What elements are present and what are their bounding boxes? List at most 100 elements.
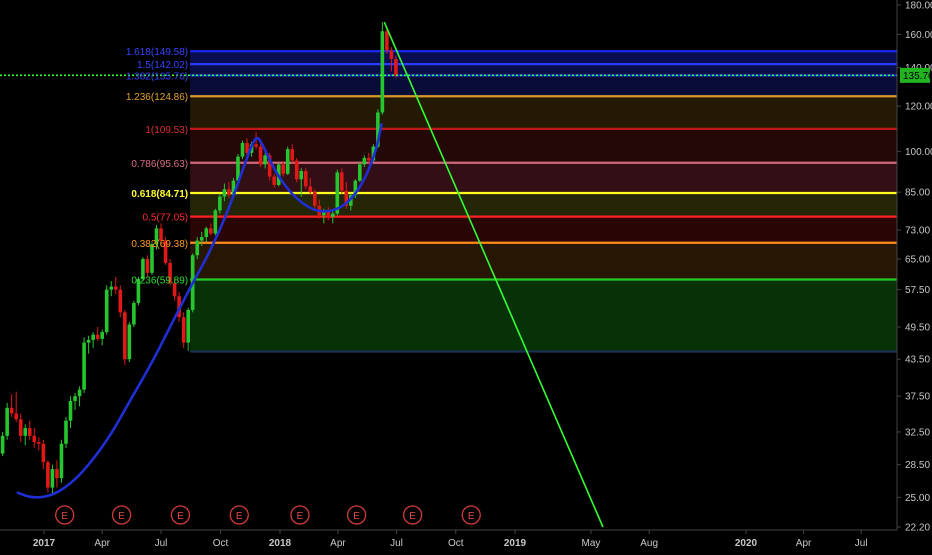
price-tick-label: 160.00	[905, 30, 932, 41]
candle-body	[330, 213, 335, 217]
candle-body	[209, 228, 213, 234]
earnings-marker[interactable]: E	[55, 505, 75, 525]
earnings-marker-label: E	[353, 511, 360, 522]
candle-body	[50, 469, 55, 488]
time-tick-label: Aug	[640, 538, 658, 549]
price-tick-label: 32.50	[905, 427, 930, 438]
candle	[380, 22, 385, 115]
candle-body	[362, 157, 367, 165]
fib-level-label: 1.382(135.76)	[126, 71, 188, 82]
fib-level-label: 1.618(149.58)	[126, 47, 188, 58]
fib-band	[190, 51, 897, 65]
price-tick-label: 65.00	[905, 255, 930, 266]
time-tick-label: Apr	[796, 538, 812, 549]
candle-body	[59, 443, 64, 479]
price-tick-label: 120.00	[905, 102, 932, 113]
candle-body	[37, 442, 41, 444]
candle-body	[222, 189, 227, 197]
fib-level-label: 1(109.53)	[145, 125, 188, 136]
fib-level-label: 1.236(124.86)	[126, 92, 188, 103]
price-tick-label: 180.00	[905, 1, 932, 12]
candle-body	[55, 469, 59, 479]
candle-body	[113, 286, 118, 290]
candle-body	[358, 164, 362, 181]
candle-body	[394, 58, 398, 76]
candle-body	[86, 339, 91, 343]
earnings-marker[interactable]: E	[402, 505, 423, 525]
fib-band	[190, 75, 897, 97]
time-axis[interactable]: 2017 Apr Jul Oct 2018 Apr Jul Oct 2019 May Aug 2020…	[0, 529, 897, 550]
candle-body	[227, 189, 231, 196]
fib-level-label: 0.5(77.05)	[143, 213, 189, 224]
fib-band	[190, 216, 897, 243]
candle-body	[326, 211, 331, 217]
price-tick-label: 37.50	[905, 392, 930, 403]
candle-body	[127, 324, 132, 360]
earnings-marker[interactable]: E	[461, 505, 481, 525]
candle	[123, 309, 127, 366]
candle-body	[367, 157, 371, 161]
price-tick-label: 73.00	[905, 226, 930, 237]
candle	[82, 337, 86, 393]
candle-body	[294, 160, 299, 180]
earnings-marker-label: E	[118, 511, 125, 522]
earnings-marker[interactable]: E	[170, 505, 191, 525]
candle-body	[5, 407, 9, 436]
time-tick-label: Apr	[94, 538, 110, 549]
candle	[5, 402, 9, 440]
candle-body	[32, 435, 37, 443]
time-tick-label: Jul	[855, 538, 868, 549]
candle-body	[23, 428, 28, 436]
candle	[294, 157, 299, 183]
price-tick-label: 25.00	[905, 493, 930, 504]
candle-body	[68, 400, 73, 421]
candle-body	[258, 146, 263, 165]
time-tick-label: 2019	[504, 538, 527, 549]
fib-level-label: 0.382(69.38)	[131, 239, 188, 250]
earnings-marker[interactable]: E	[290, 505, 310, 525]
candle-body	[82, 342, 86, 390]
candle-body	[385, 31, 389, 51]
fib-band	[190, 279, 897, 352]
candle-body	[95, 334, 100, 339]
earnings-marker[interactable]: E	[111, 505, 132, 525]
time-tick-label: Oct	[213, 538, 229, 549]
last-price-label-layer: 135.76	[900, 67, 932, 83]
fib-band	[190, 242, 897, 280]
candle	[59, 439, 64, 483]
candle-body	[104, 289, 109, 333]
candle	[104, 285, 109, 335]
earnings-marker[interactable]: E	[229, 505, 249, 525]
price-tick-label: 43.50	[905, 355, 930, 366]
time-tick-label: 2018	[269, 538, 292, 549]
time-tick-label: Oct	[448, 538, 464, 549]
candle	[64, 417, 68, 448]
last-price-badge: 135.76	[900, 67, 932, 83]
candle-body	[303, 171, 308, 187]
candle-body	[308, 186, 313, 193]
earnings-marker-label: E	[236, 511, 243, 522]
time-tick-label: Jul	[390, 538, 403, 549]
candle-body	[118, 289, 123, 313]
fib-level-label: 1.5(142.02)	[137, 60, 188, 71]
candlestick-chart[interactable]: 1.618(149.58) 1.5(142.02)1.382(135.76) 1.2…	[0, 0, 932, 550]
candle-body	[132, 302, 136, 325]
candle-body	[299, 171, 304, 180]
candle-body	[213, 210, 218, 234]
earnings-marker-label: E	[177, 511, 184, 522]
fib-band	[190, 128, 897, 163]
candle-body	[77, 389, 82, 397]
time-tick-label: 2017	[33, 538, 56, 549]
candle-body	[380, 31, 385, 113]
candle-body	[263, 155, 267, 165]
chart-container[interactable]: 1.618(149.58) 1.5(142.02) 1.382(135.76) 1.2…	[0, 0, 932, 550]
candle-body	[199, 237, 204, 241]
earnings-marker-label: E	[468, 511, 475, 522]
earnings-marker-label: E	[61, 511, 68, 522]
candle-body	[73, 396, 77, 401]
earnings-marker[interactable]: E	[346, 505, 367, 525]
candle-body	[14, 413, 18, 420]
candle-body	[240, 143, 245, 157]
earnings-marker-label: E	[409, 511, 416, 522]
time-tick-label: Apr	[330, 538, 346, 549]
